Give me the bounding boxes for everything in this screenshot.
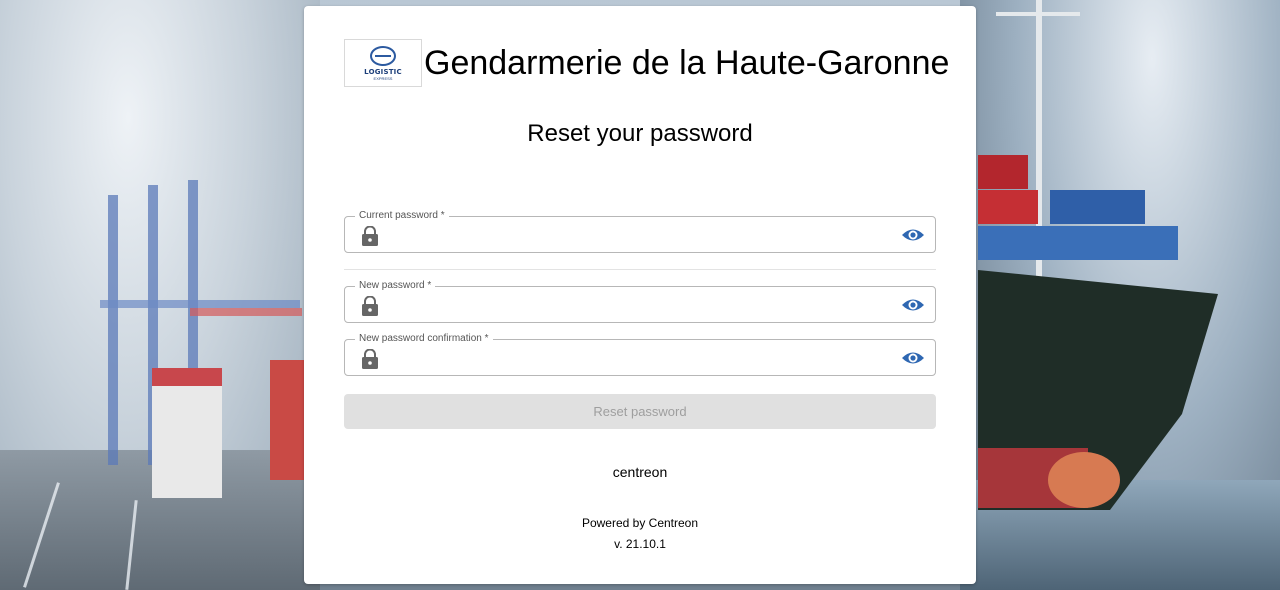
globe-icon bbox=[370, 45, 396, 66]
truck bbox=[152, 368, 222, 498]
current-password-label: Current password * bbox=[355, 209, 449, 223]
brand-header: LOGISTIC EXPRESS Gendarmerie de la Haute… bbox=[344, 38, 949, 88]
logo-text: LOGISTIC bbox=[364, 67, 402, 76]
page-title: Reset your password bbox=[527, 120, 753, 147]
cargo-container bbox=[978, 190, 1038, 224]
logo-subtext: EXPRESS bbox=[373, 75, 393, 81]
ship-bulb bbox=[1048, 452, 1120, 508]
new-password-confirmation-field: New password confirmation * bbox=[344, 332, 936, 376]
powered-by-text: Powered by Centreon bbox=[581, 516, 699, 530]
lock-icon bbox=[362, 296, 378, 316]
crane-arm bbox=[100, 300, 300, 308]
eye-icon[interactable] bbox=[901, 295, 925, 315]
cargo-container bbox=[978, 226, 1178, 260]
current-password-input[interactable] bbox=[389, 223, 889, 247]
ship-mast-bar bbox=[996, 12, 1080, 16]
reset-password-card: LOGISTIC EXPRESS Gendarmerie de la Haute… bbox=[304, 6, 976, 584]
new-password-confirmation-label: New password confirmation * bbox=[355, 332, 493, 346]
cargo-container bbox=[978, 155, 1028, 189]
cargo-container bbox=[1050, 190, 1145, 224]
port-crane bbox=[108, 195, 118, 465]
new-password-label: New password * bbox=[355, 279, 436, 293]
platform-logo: LOGISTIC EXPRESS bbox=[344, 39, 422, 87]
version-text: v. 21.10.1 bbox=[614, 537, 666, 551]
lock-icon bbox=[362, 349, 378, 369]
crane-arm bbox=[190, 308, 302, 316]
new-password-input[interactable] bbox=[389, 293, 889, 317]
new-password-confirmation-input[interactable] bbox=[389, 346, 889, 370]
reset-password-button[interactable]: Reset password bbox=[344, 394, 936, 429]
new-password-field: New password * bbox=[344, 279, 936, 323]
eye-icon[interactable] bbox=[901, 348, 925, 368]
lock-icon bbox=[362, 226, 378, 246]
platform-name: Gendarmerie de la Haute-Garonne bbox=[424, 44, 950, 82]
footer-brand: centreon bbox=[612, 464, 668, 480]
section-divider bbox=[344, 269, 936, 270]
current-password-field: Current password * bbox=[344, 209, 936, 253]
eye-icon[interactable] bbox=[901, 225, 925, 245]
